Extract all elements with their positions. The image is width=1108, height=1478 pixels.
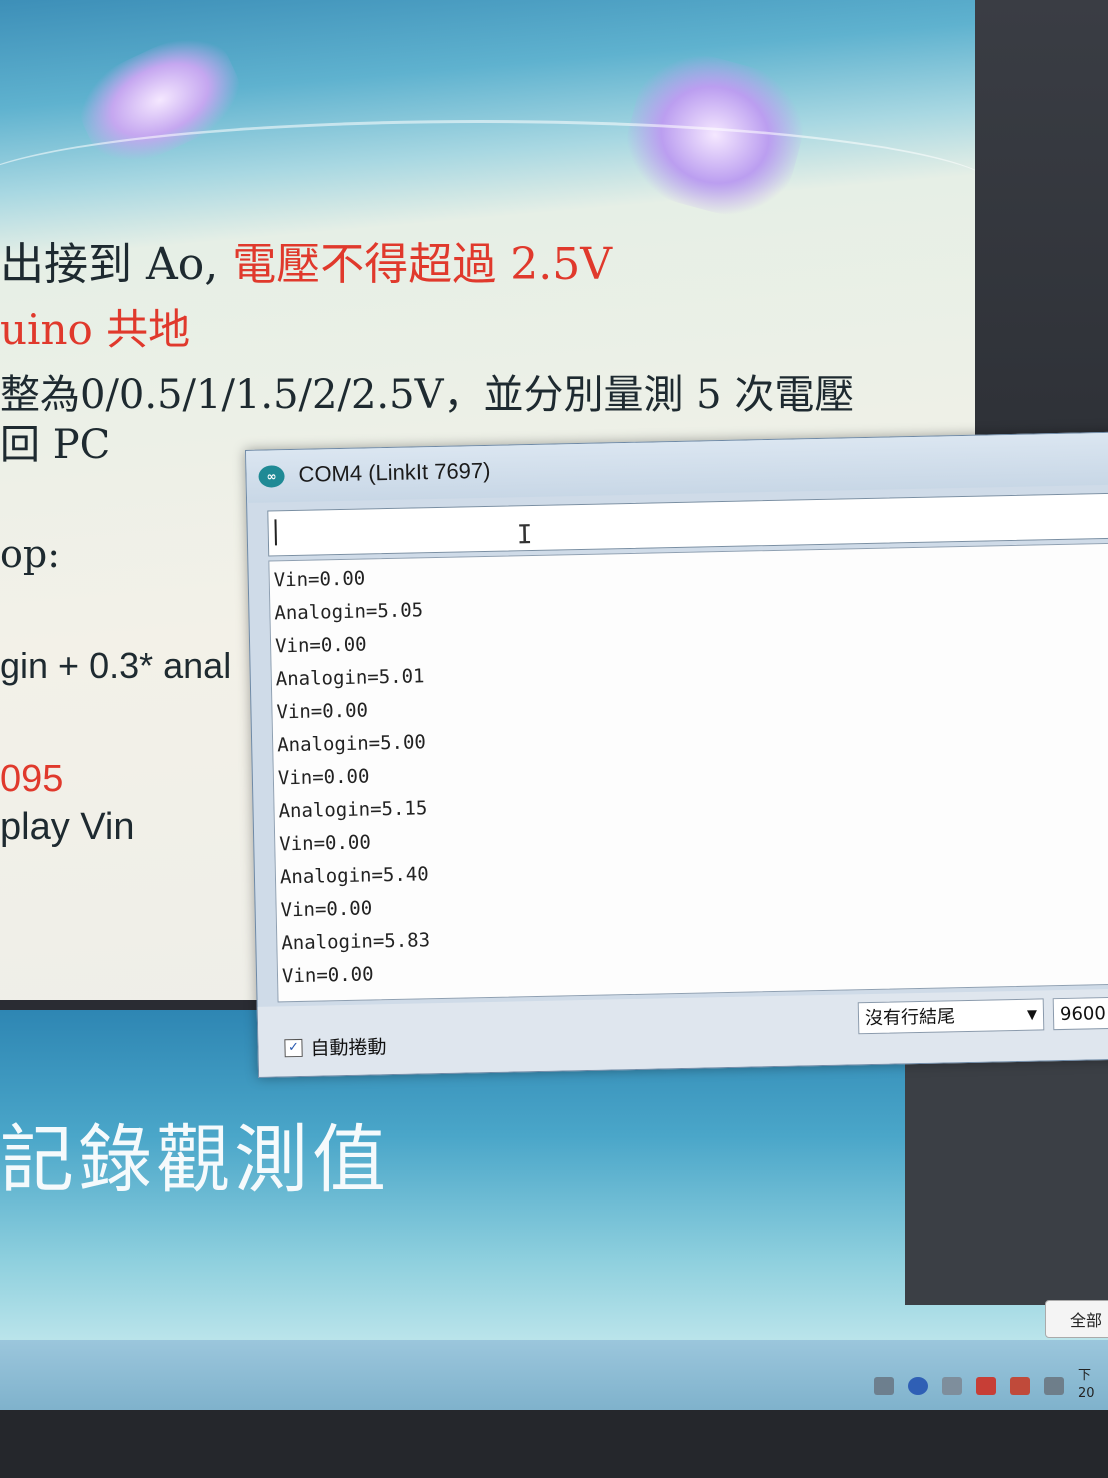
output-line: Analogin=5.01: [275, 665, 425, 691]
ibeam-cursor-icon: I: [516, 520, 533, 551]
slide-text-line-8: play Vin: [0, 806, 135, 848]
line-ending-select[interactable]: 沒有行結尾 ▼: [857, 998, 1045, 1035]
output-line: Vin=0.00: [279, 831, 371, 856]
output-line: Analogin=5.83: [281, 929, 431, 955]
serial-monitor-window[interactable]: ∞ COM4 (LinkIt 7697) I Vin=0.00 Analogin…: [245, 431, 1108, 1078]
clock[interactable]: 下 20: [1078, 1368, 1098, 1404]
monitor-icon[interactable]: [1044, 1377, 1064, 1395]
network-error-icon[interactable]: [1010, 1377, 1030, 1395]
output-line: Vin=0.00: [280, 897, 373, 922]
taskbar: 下 20: [0, 1340, 1108, 1410]
system-tray: 下 20: [874, 1368, 1098, 1404]
text-caret: [274, 519, 278, 546]
chevron-down-icon: ▼: [1026, 1007, 1038, 1023]
slide-warning-text: 電壓不得超過 2.5V: [232, 239, 612, 290]
slide-text-line-1: 出接到 Ao, 電壓不得超過 2.5V: [0, 239, 612, 290]
volume-muted-icon[interactable]: [976, 1377, 996, 1395]
arduino-icon: ∞: [258, 465, 285, 488]
output-line: Vin=0.00: [277, 765, 370, 790]
background-panel: [975, 0, 1108, 450]
serial-output[interactable]: Vin=0.00 Analogin=5.05 Vin=0.00 Analogin…: [268, 542, 1108, 1003]
slide-text-line-4: 回 PC: [0, 422, 111, 468]
help-icon[interactable]: [908, 1377, 928, 1395]
baud-rate-select[interactable]: 9600: [1052, 996, 1108, 1031]
all-button[interactable]: 全部: [1045, 1300, 1108, 1338]
battery-icon[interactable]: [874, 1377, 894, 1395]
slide-text-line-2: uino 共地: [0, 305, 191, 354]
autoscroll-checkbox[interactable]: ✓: [284, 1038, 303, 1057]
display-icon[interactable]: [942, 1377, 962, 1395]
monitor-bezel: [0, 1410, 1108, 1478]
slide-text-line-3: 整為0/0.5/1/1.5/2/2.5V，並分別量測 5 次電壓: [0, 372, 855, 418]
output-line: Vin=0.00: [274, 633, 367, 658]
output-line: Vin=0.00: [281, 963, 374, 988]
output-line: Vin=0.00: [273, 567, 366, 592]
autoscroll-toggle[interactable]: ✓ 自動捲動: [284, 1032, 387, 1061]
slide-text-line-6: gin + 0.3* anal: [0, 645, 232, 686]
output-line: Analogin=5.15: [278, 797, 428, 823]
slide-text-line-7: 095: [0, 758, 64, 800]
output-line: Vin=0.00: [276, 699, 369, 724]
autoscroll-label: 自動捲動: [310, 1036, 387, 1060]
window-title: COM4 (LinkIt 7697): [298, 457, 491, 487]
slide-text-line-5: op:: [0, 532, 61, 576]
output-line: Analogin=5.05: [274, 599, 424, 625]
output-line: Analogin=5.40: [279, 863, 429, 889]
output-line: Analogin=5.00: [276, 731, 427, 757]
dark-panel: [905, 1050, 1108, 1305]
next-slide-title: 記錄觀測值: [0, 1117, 390, 1203]
